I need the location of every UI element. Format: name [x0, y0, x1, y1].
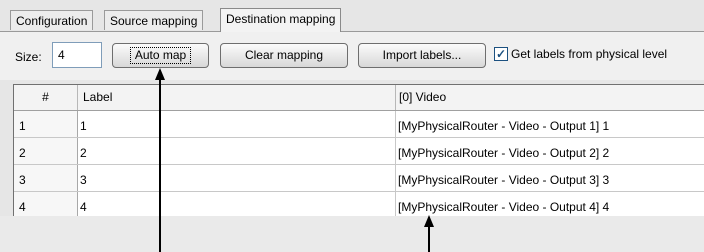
grid-header: # Label [0] Video: [14, 85, 704, 111]
import-labels-button[interactable]: Import labels...: [358, 43, 486, 68]
get-labels-checkbox[interactable]: ✓: [494, 47, 508, 61]
grid-empty-area: [0, 216, 704, 252]
tab-destination-mapping[interactable]: Destination mapping: [220, 8, 342, 32]
column-header-video[interactable]: [0] Video: [396, 85, 704, 110]
row-number: 3: [14, 165, 78, 191]
tab-source-mapping[interactable]: Source mapping: [104, 10, 204, 30]
table-row[interactable]: 1 1 [MyPhysicalRouter - Video - Output 1…: [14, 111, 704, 138]
video-cell[interactable]: [MyPhysicalRouter - Video - Output 4] 4: [396, 192, 704, 218]
row-number: 2: [14, 138, 78, 164]
row-number: 1: [14, 111, 78, 137]
label-cell[interactable]: 3: [78, 165, 396, 191]
mapping-grid: # Label [0] Video 1 1 [MyPhysicalRouter …: [13, 84, 704, 219]
video-cell[interactable]: [MyPhysicalRouter - Video - Output 2] 2: [396, 138, 704, 164]
table-row[interactable]: 4 4 [MyPhysicalRouter - Video - Output 4…: [14, 192, 704, 219]
table-row[interactable]: 3 3 [MyPhysicalRouter - Video - Output 3…: [14, 165, 704, 192]
destination-mapping-window: Configuration Source mapping Destination…: [0, 0, 704, 252]
table-row[interactable]: 2 2 [MyPhysicalRouter - Video - Output 2…: [14, 138, 704, 165]
get-labels-label: Get labels from physical level: [511, 47, 668, 61]
annotation-arrow-line: [159, 79, 161, 252]
auto-map-label: Auto map: [129, 47, 192, 64]
clear-mapping-label: Clear mapping: [244, 48, 324, 62]
toolbar: Size: Auto map Clear mapping Import labe…: [0, 32, 704, 80]
row-number: 4: [14, 192, 78, 218]
tab-configuration[interactable]: Configuration: [10, 10, 94, 30]
label-cell[interactable]: 4: [78, 192, 396, 218]
import-labels-label: Import labels...: [382, 48, 462, 62]
column-header-label[interactable]: Label: [78, 85, 396, 110]
size-input[interactable]: [52, 42, 102, 68]
label-cell[interactable]: 2: [78, 138, 396, 164]
label-cell[interactable]: 1: [78, 111, 396, 137]
auto-map-button[interactable]: Auto map: [112, 43, 209, 68]
column-header-number[interactable]: #: [14, 85, 78, 110]
size-label: Size:: [15, 50, 42, 64]
video-cell[interactable]: [MyPhysicalRouter - Video - Output 3] 3: [396, 165, 704, 191]
annotation-arrow-line: [428, 226, 430, 252]
video-cell[interactable]: [MyPhysicalRouter - Video - Output 1] 1: [396, 111, 704, 137]
clear-mapping-button[interactable]: Clear mapping: [220, 43, 348, 68]
